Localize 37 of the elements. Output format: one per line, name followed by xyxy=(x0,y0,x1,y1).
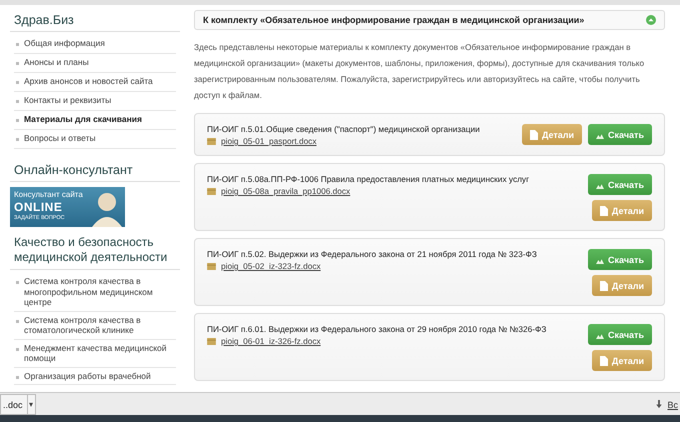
sidebar-item[interactable]: Вопросы и ответы xyxy=(24,133,96,144)
document-title: ПИ-ОИГ п.5.08а.ПП-РФ-1006 Правила предоставления платных медицинских услуг xyxy=(207,173,530,185)
sidebar-item[interactable]: Система контроля качества в стоматологической клинике xyxy=(24,314,176,336)
file-link[interactable]: pioig_05-01_pasport.docx xyxy=(221,136,316,146)
file-icon xyxy=(207,138,216,144)
header-title: К комплекту «Обязательное информирование граждан в медицинской организации» xyxy=(203,15,584,25)
file-link[interactable]: pioig_05-08a_pravila_pp1006.docx xyxy=(221,186,350,196)
file-icon xyxy=(207,262,216,270)
download-item[interactable]: ..doc xyxy=(0,394,27,415)
banner-text: ONLINE xyxy=(14,200,64,214)
file-icon xyxy=(207,188,216,194)
collapse-icon[interactable] xyxy=(646,15,656,25)
sidebar-item[interactable]: Общая информация xyxy=(24,38,105,49)
sidebar-item[interactable]: Система контроля качества в многопрофильном медицинском центре xyxy=(24,276,176,308)
sidebar-item[interactable]: Материалы для скачивания xyxy=(24,114,142,125)
sidebar-item[interactable]: Архив анонсов и новостей сайта xyxy=(24,76,153,87)
document-title: ПИ-ОИГ п.5.02. Выдержки из Федерального закона от 21 ноября 2011 года № 323-ФЗ xyxy=(207,248,538,260)
document-title: ПИ-ОИГ п.6.01. Выдержки из Федерального закона от 29 ноября 2010 года № №326-ФЗ xyxy=(207,323,548,335)
sidebar-item[interactable]: Менеджмент качества медицинской помощи xyxy=(24,342,176,364)
sidebar-item[interactable]: Организация работы врачебной xyxy=(24,370,151,381)
section-title: Онлайн-консультант xyxy=(10,163,180,182)
document-title: ПИ-ОИГ п.5.01.Общие сведения ("паспорт") медицинской организации xyxy=(207,123,481,135)
file-link[interactable]: pioig_05-02_iz-323-fz.docx xyxy=(221,261,321,271)
sidebar-title: Здрав.Биз xyxy=(10,13,180,32)
document-icon xyxy=(600,356,608,366)
file-link[interactable]: pioig_06-01_iz-326-fz.docx xyxy=(221,336,321,346)
show-all-link[interactable]: Вс xyxy=(667,400,678,410)
document-icon xyxy=(600,206,608,216)
banner-text: Консультант сайта xyxy=(14,190,83,200)
sidebar-item[interactable]: Контакты и реквизиты xyxy=(24,95,112,106)
intro-paragraph: Здесь представлены некоторые материалы к комплекту документов «Обязательное информирование граждан в медицинской организации» (макеты документов, шаблоны, приложения, формы), доступные для скачивания только зарегистрированным пользователям. Пожалуйста, зарегистрируйтесь или авторизуйтесь на сайте, чтобы получить доступ к файлам. xyxy=(194,41,646,102)
document-icon xyxy=(600,280,608,290)
sidebar-item[interactable]: Анонсы и планы xyxy=(24,57,89,68)
file-icon xyxy=(207,338,216,344)
download-icon xyxy=(656,400,662,409)
section-title: Качество и безопасность медицинской деятельности xyxy=(10,235,180,270)
document-icon xyxy=(530,130,538,140)
